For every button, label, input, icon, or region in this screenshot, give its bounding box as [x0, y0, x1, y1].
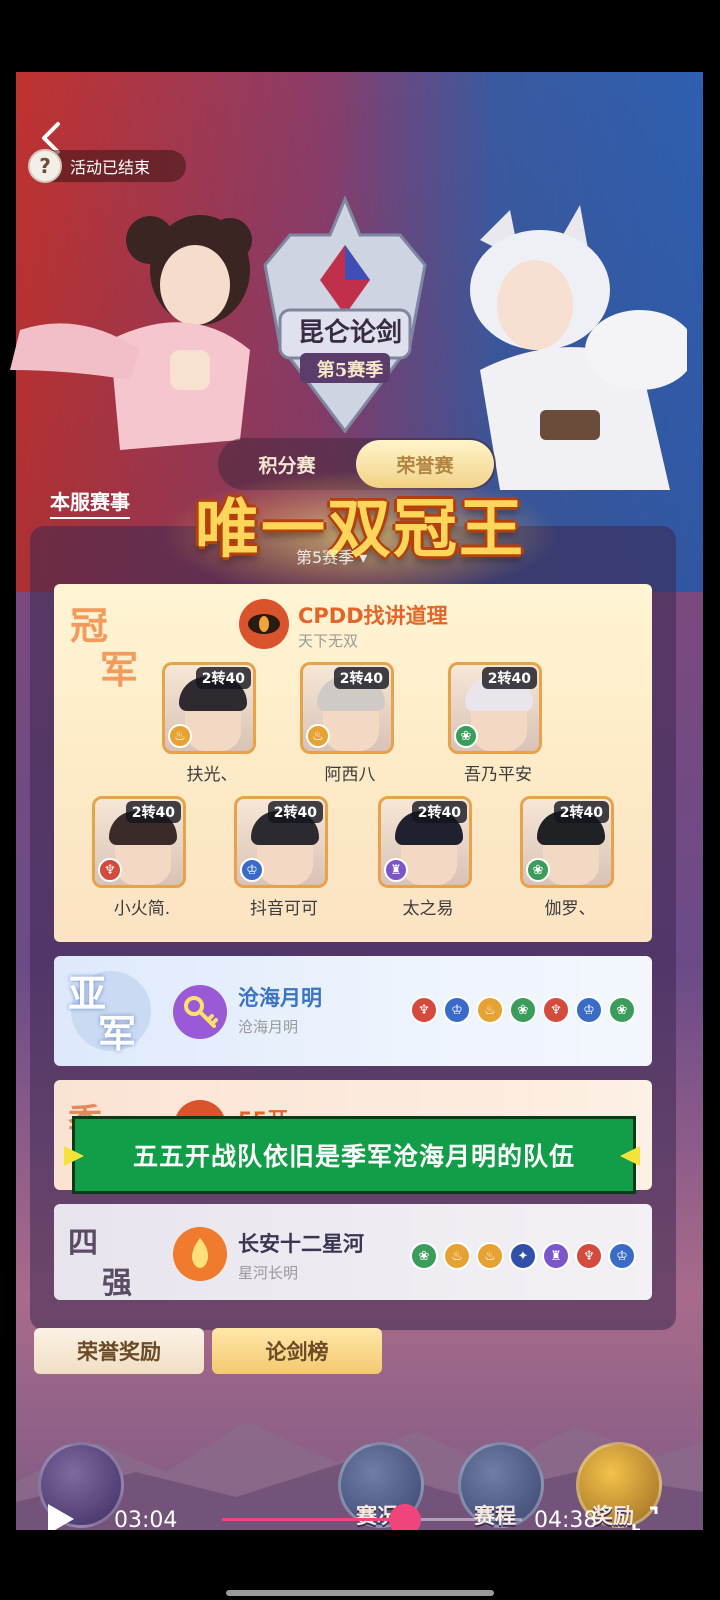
nav-schedule[interactable]: 赛程	[474, 1500, 516, 1530]
fourth-team-subtitle: 星河长明	[238, 1264, 299, 1282]
event-season: 第5赛季	[316, 360, 384, 381]
hero-name: 太之易	[402, 899, 454, 919]
hero-level-badge: 2转40	[553, 801, 609, 823]
second-rank-label: 亚 军	[68, 974, 136, 1054]
honor-rewards-button[interactable]: 荣誉奖励	[34, 1328, 204, 1374]
server-events-link[interactable]: 本服赛事	[50, 486, 130, 519]
champion-team-subtitle: 天下无双	[298, 632, 359, 650]
hero-portrait: 2转40 ♆	[92, 796, 186, 888]
rank-char-1: 四	[68, 1226, 98, 1261]
subtitle-arrow-left-icon	[64, 1146, 84, 1166]
faction-blue-icon: ♔	[443, 996, 471, 1024]
champion-rank-label: 冠 军	[70, 604, 150, 692]
fourth-place-card[interactable]: 四 强 长安十二星河 星河长明 ❀ ♨ ♨ ✦ ♜ ♆ ♔	[54, 1204, 652, 1301]
hero-level-badge: 2转40	[411, 801, 467, 823]
hero-slot[interactable]: 2转40 ♆ 小火简.	[92, 796, 192, 919]
faction-green-icon: ❀	[509, 996, 537, 1024]
activity-status: ? 活动已结束	[28, 149, 186, 183]
hero-portrait: 2转40 ♜	[378, 796, 472, 888]
hero-slot[interactable]: 2转40 ❀ 伽罗、	[520, 796, 620, 919]
faction-red-icon: ♆	[542, 996, 570, 1024]
rank-char-2: 军	[98, 1011, 137, 1056]
faction-purple-icon: ♜	[542, 1242, 570, 1270]
rank-char-1: 冠	[70, 603, 109, 648]
video-progress-bar[interactable]	[222, 1518, 522, 1521]
faction-gold-icon: ♨	[476, 996, 504, 1024]
hero-name: 扶光、	[186, 765, 238, 785]
help-icon[interactable]: ?	[28, 149, 62, 183]
faction-blue-icon: ♔	[575, 996, 603, 1024]
champion-team-name: CPDD找讲道理	[298, 604, 448, 628]
hero-level-badge: 2转40	[125, 801, 181, 823]
rank-char-2: 军	[100, 647, 139, 692]
flame-emblem-icon	[173, 1227, 227, 1281]
faction-green-icon: ❀	[608, 996, 636, 1024]
rank-char-1: 亚	[68, 971, 107, 1016]
key-emblem-icon	[173, 985, 227, 1039]
video-subtitle: 五五开战队依旧是季军沧海月明的队伍	[72, 1116, 636, 1194]
nav-rewards[interactable]: 奖励	[592, 1500, 634, 1530]
faction-blue-icon: ♔	[240, 858, 264, 882]
faction-navy-icon: ✦	[509, 1242, 537, 1270]
hero-portrait: 2转40 ❀	[520, 796, 614, 888]
faction-purple-icon: ♜	[384, 858, 408, 882]
faction-red-icon: ♆	[410, 996, 438, 1024]
second-faction-row: ♆ ♔ ♨ ❀ ♆ ♔ ❀	[410, 996, 636, 1024]
team-emblem-icon	[239, 599, 289, 649]
video-subtitle-text: 五五开战队依旧是季军沧海月明的队伍	[132, 1142, 575, 1171]
hero-level-badge: 2转40	[267, 801, 323, 823]
hero-name: 吾乃平安	[464, 765, 532, 785]
hero-slot[interactable]: 2转40 ❀ 吾乃平安	[448, 662, 548, 785]
faction-green-icon: ❀	[454, 724, 478, 748]
rank-char-2: 强	[102, 1266, 132, 1301]
hero-portrait: 2转40 ❀	[448, 662, 542, 754]
fourth-team-name: 长安十二星河	[238, 1232, 364, 1256]
second-team-subtitle: 沧海月明	[238, 1018, 299, 1036]
home-indicator[interactable]	[226, 1590, 494, 1596]
subtitle-arrow-right-icon	[620, 1146, 640, 1166]
faction-green-icon: ❀	[526, 858, 550, 882]
fourth-faction-row: ❀ ♨ ♨ ✦ ♜ ♆ ♔	[410, 1242, 636, 1270]
hero-level-badge: 2转40	[333, 667, 389, 689]
status-bar	[0, 0, 720, 72]
faction-gold-icon: ♨	[306, 724, 330, 748]
letterbox-right	[703, 72, 720, 1530]
faction-red-icon: ♆	[575, 1242, 603, 1270]
second-team-name: 沧海月明	[238, 986, 322, 1010]
hero-slot[interactable]: 2转40 ♨ 扶光、	[162, 662, 262, 785]
activity-status-text: 活动已结束	[70, 158, 151, 177]
sword-ranking-button[interactable]: 论剑榜	[212, 1328, 382, 1374]
faction-gold-icon: ♨	[168, 724, 192, 748]
event-title: 昆仑论剑	[297, 318, 402, 348]
fourth-rank-label: 四 强	[68, 1224, 132, 1304]
hero-name: 阿西八	[324, 765, 376, 785]
faction-gold-icon: ♨	[476, 1242, 504, 1270]
hero-name: 伽罗、	[544, 899, 596, 919]
hero-name: 抖音可可	[250, 899, 318, 919]
video-progress-fill	[222, 1518, 405, 1521]
faction-red-icon: ♆	[98, 858, 122, 882]
hero-portrait: 2转40 ♔	[234, 796, 328, 888]
faction-blue-icon: ♔	[608, 1242, 636, 1270]
season-dropdown[interactable]: 第5赛季 ▾	[296, 544, 367, 568]
hero-slot[interactable]: 2转40 ♨ 阿西八	[300, 662, 400, 785]
heroine-art	[10, 215, 252, 450]
faction-green-icon: ❀	[410, 1242, 438, 1270]
hero-slot[interactable]: 2转40 ♜ 太之易	[378, 796, 478, 919]
hero-name: 小火简.	[113, 899, 171, 919]
faction-gold-icon: ♨	[443, 1242, 471, 1270]
champion-card[interactable]: 冠 军 CPDD找讲道理 天下无双 2转40 ♨ 扶光、 2转40 ♨ 阿西八 2转40 ❀ 吾…	[54, 584, 652, 942]
hero-portrait: 2转40 ♨	[300, 662, 394, 754]
hero-portrait: 2转40 ♨	[162, 662, 256, 754]
hero-level-badge: 2转40	[481, 667, 537, 689]
hero-slot[interactable]: 2转40 ♔ 抖音可可	[234, 796, 334, 919]
second-place-card[interactable]: 亚 军 沧海月明 沧海月明 ♆ ♔ ♨ ❀ ♆ ♔ ❀	[54, 956, 652, 1066]
hero-level-badge: 2转40	[195, 667, 251, 689]
